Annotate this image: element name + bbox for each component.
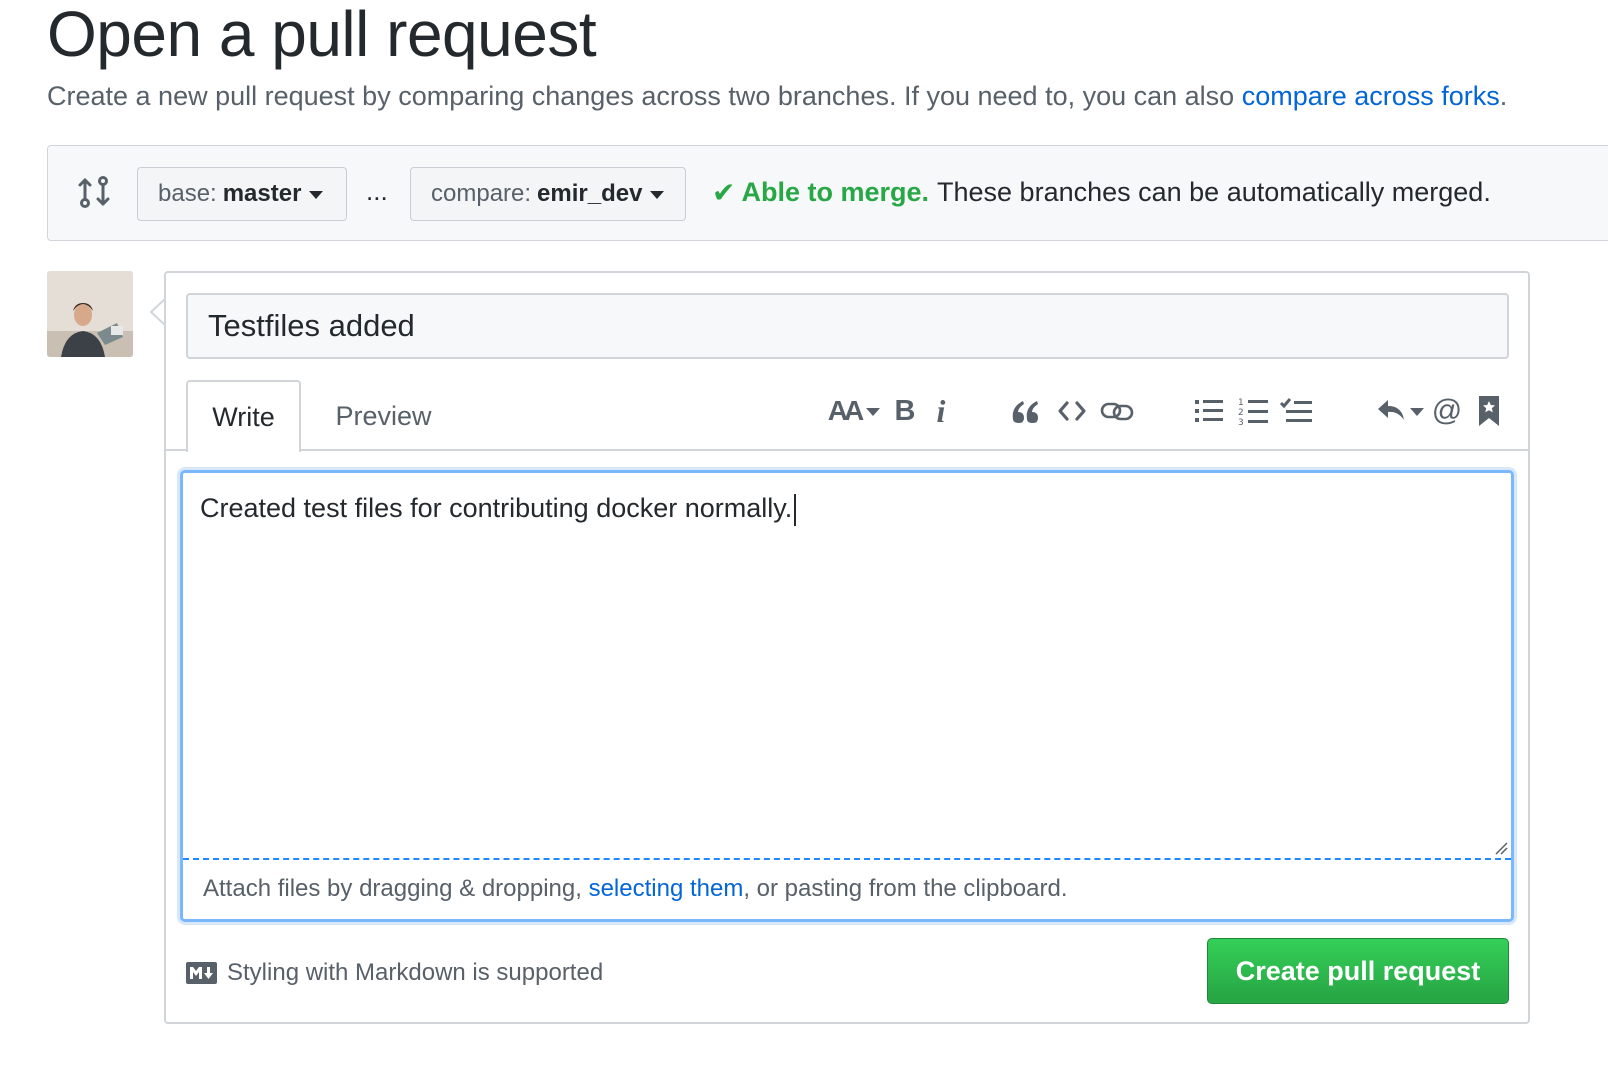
base-prefix: base:: [158, 180, 217, 207]
text-size-icon[interactable]: AA: [826, 391, 882, 431]
avatar[interactable]: [47, 271, 133, 357]
caret-down-icon: [309, 191, 324, 199]
branch-range-bar: base: master ... compare: emir_dev ✔ Able …: [47, 145, 1608, 241]
attach-files-hint: Attach files by dragging & dropping, sel…: [203, 875, 1068, 902]
check-icon: ✔: [712, 177, 736, 208]
description-text[interactable]: Created test files for contributing dock…: [200, 493, 797, 526]
tab-preview[interactable]: Preview: [316, 380, 451, 452]
svg-text:1: 1: [1238, 398, 1244, 408]
quote-icon[interactable]: [1006, 391, 1042, 431]
page-subtitle: Create a new pull request by comparing c…: [47, 78, 1507, 114]
compare-prefix: compare:: [431, 180, 532, 207]
merge-ok-label: Able to merge.: [741, 177, 930, 207]
text-cursor: [794, 493, 797, 526]
create-pull-request-button[interactable]: Create pull request: [1207, 938, 1509, 1004]
subtitle-end: .: [1499, 81, 1508, 111]
tasklist-icon[interactable]: [1278, 391, 1314, 431]
compare-branch-select[interactable]: compare: emir_dev: [410, 167, 686, 221]
ordered-list-icon[interactable]: 123: [1236, 391, 1270, 431]
reply-icon[interactable]: [1376, 391, 1424, 431]
merge-description: These branches can be automatically merg…: [937, 177, 1491, 207]
pull-request-form: Write Preview AA B i 123 @ Created test …: [164, 271, 1530, 1024]
link-icon[interactable]: [1098, 391, 1136, 431]
base-branch-select[interactable]: base: master: [137, 167, 347, 221]
page-title: Open a pull request: [47, 0, 597, 70]
markdown-note[interactable]: Styling with Markdown is supported: [186, 959, 603, 987]
mention-icon[interactable]: @: [1430, 391, 1464, 431]
description-textarea[interactable]: Created test files for contributing dock…: [180, 470, 1514, 922]
merge-status: ✔ Able to merge. These branches can be a…: [712, 176, 1491, 209]
avatar-image: [47, 271, 133, 357]
svg-text:3: 3: [1238, 418, 1244, 426]
italic-icon[interactable]: i: [928, 391, 954, 431]
compare-across-forks-link[interactable]: compare across forks: [1242, 81, 1500, 111]
bookmark-icon[interactable]: [1474, 391, 1504, 431]
branch-separator: ...: [366, 176, 388, 206]
bold-icon[interactable]: B: [890, 391, 920, 431]
caret-down-icon: [650, 191, 665, 199]
tab-write[interactable]: Write: [186, 380, 301, 452]
base-branch-name: master: [222, 180, 302, 207]
select-files-link[interactable]: selecting them: [589, 875, 744, 902]
title-input[interactable]: [186, 293, 1509, 359]
unordered-list-icon[interactable]: [1192, 391, 1226, 431]
git-compare-icon: [78, 176, 110, 208]
code-icon[interactable]: [1054, 391, 1090, 431]
subtitle-text: Create a new pull request by comparing c…: [47, 81, 1242, 111]
svg-text:2: 2: [1238, 408, 1244, 418]
resize-handle-icon[interactable]: [1494, 841, 1508, 855]
compare-branch-name: emir_dev: [537, 180, 643, 207]
drop-zone-divider: [183, 858, 1511, 860]
markdown-icon: [186, 962, 217, 984]
